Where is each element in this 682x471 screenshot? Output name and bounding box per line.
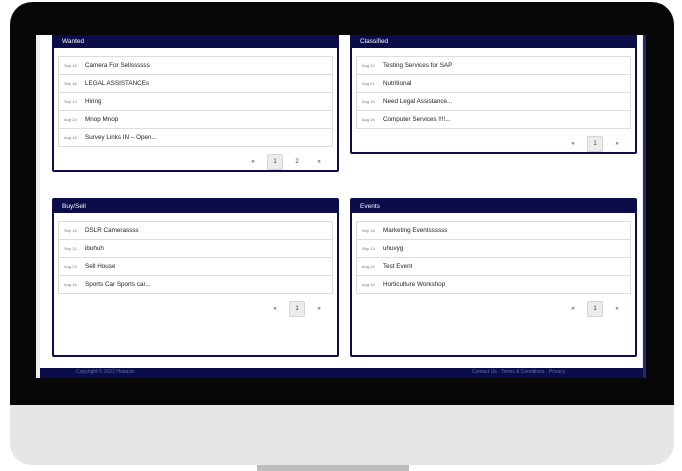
list-item[interactable]: Sep 12 ibuhuh bbox=[59, 240, 332, 258]
item-date: Aug 16 bbox=[64, 282, 77, 287]
list-item[interactable]: Sep 18 Camera For Sellssssss bbox=[59, 57, 332, 75]
item-title: Test Event bbox=[383, 263, 413, 270]
item-title: Need Legal Assistance... bbox=[383, 98, 453, 105]
list-item[interactable]: Aug 21 Nutritional bbox=[357, 75, 630, 93]
panel-title: Classified bbox=[352, 35, 635, 48]
list-item[interactable]: Sep 13 Hiring bbox=[59, 93, 332, 111]
item-date: Sep 18 bbox=[64, 63, 77, 68]
footer-links[interactable]: Contact Us · Terms & Conditions · Privac… bbox=[472, 369, 565, 375]
item-title: Camera For Sellssssss bbox=[85, 62, 150, 69]
item-title: uhuvyg bbox=[383, 245, 404, 252]
item-title: Testing Services for SAP bbox=[383, 62, 453, 69]
screen: Wanted Sep 18 Camera For Sellssssss Sep 1… bbox=[36, 35, 646, 378]
pagination: « 1 » bbox=[58, 294, 333, 317]
item-title: ibuhuh bbox=[85, 245, 104, 252]
panel-buysell: Buy/Sell Sep 18 DSLR Camerassss Sep 12 ibu… bbox=[52, 198, 339, 357]
pagination-next-button[interactable]: » bbox=[311, 301, 327, 317]
item-date: Sep 18 bbox=[64, 228, 77, 233]
pagination-page-button[interactable]: 1 bbox=[587, 301, 603, 317]
item-date: Aug 23 bbox=[64, 264, 77, 269]
list-item[interactable]: Aug 16 Horticulture Workshop bbox=[357, 276, 630, 294]
pagination-page-button[interactable]: 1 bbox=[289, 301, 305, 317]
list-item[interactable]: Aug 16 Computer Services !!!!... bbox=[357, 111, 630, 129]
item-date: Aug 22 bbox=[362, 264, 375, 269]
item-title: Horticulture Workshop bbox=[383, 281, 446, 288]
pagination: « 1 » bbox=[356, 129, 631, 152]
list-item[interactable]: Sep 18 Marketing Eventssssss bbox=[357, 222, 630, 240]
item-title: Nutritional bbox=[383, 80, 412, 87]
item-date: Aug 16 bbox=[362, 117, 375, 122]
pagination-prev-button[interactable]: « bbox=[245, 154, 261, 170]
list-item[interactable]: Aug 16 Need Legal Assistance... bbox=[357, 93, 630, 111]
panel-events: Events Sep 18 Marketing Eventssssss Sep 1… bbox=[350, 198, 637, 357]
pagination: « 1 2 » bbox=[58, 147, 333, 170]
listing-list: Sep 18 Marketing Eventssssss Sep 13 uhuvyg… bbox=[356, 221, 631, 294]
pagination-page-button[interactable]: 1 bbox=[267, 154, 283, 170]
pagination-next-button[interactable]: » bbox=[609, 301, 625, 317]
pagination-next-button[interactable]: » bbox=[609, 136, 625, 152]
pagination-page-button[interactable]: 1 bbox=[587, 136, 603, 152]
pagination-prev-button[interactable]: « bbox=[267, 301, 283, 317]
item-title: LEGAL ASSISTANCEs bbox=[85, 80, 150, 87]
list-item[interactable]: Aug 16 Sports Car Sports car... bbox=[59, 276, 332, 294]
listing-list: Sep 18 DSLR Camerassss Sep 12 ibuhuh Aug 2… bbox=[58, 221, 333, 294]
item-date: Aug 22 bbox=[362, 63, 375, 68]
pagination-page-button[interactable]: 2 bbox=[289, 154, 305, 170]
monitor-stand bbox=[257, 465, 409, 471]
panel-wanted: Wanted Sep 18 Camera For Sellssssss Sep 1… bbox=[52, 35, 339, 172]
item-date: Aug 16 bbox=[362, 99, 375, 104]
item-date: Sep 13 bbox=[64, 99, 77, 104]
item-date: Sep 18 bbox=[64, 81, 77, 86]
list-item[interactable]: Sep 13 uhuvyg bbox=[357, 240, 630, 258]
item-date: Aug 18 bbox=[64, 135, 77, 140]
item-title: Marketing Eventssssss bbox=[383, 227, 448, 234]
item-title: Hiring bbox=[85, 98, 102, 105]
monitor-chin bbox=[10, 405, 674, 465]
pagination-next-button[interactable]: » bbox=[311, 154, 327, 170]
panel-classified: Classified Aug 22 Testing Services for SA… bbox=[350, 35, 637, 154]
item-title: Survey Links IN – Open... bbox=[85, 134, 157, 141]
footer-copyright: Copyright © 2022 Haaasis bbox=[76, 369, 135, 375]
panel-title: Buy/Sell bbox=[54, 200, 337, 213]
pagination: « 1 » bbox=[356, 294, 631, 317]
item-date: Aug 21 bbox=[362, 81, 375, 86]
list-item[interactable]: Aug 22 Testing Services for SAP bbox=[357, 57, 630, 75]
item-title: Sports Car Sports car... bbox=[85, 281, 151, 288]
item-date: Aug 24 bbox=[64, 117, 77, 122]
panel-title: Wanted bbox=[54, 35, 337, 48]
item-title: DSLR Camerassss bbox=[85, 227, 139, 234]
item-title: Mnop Mnop bbox=[85, 116, 119, 123]
list-item[interactable]: Aug 18 Survey Links IN – Open... bbox=[59, 129, 332, 147]
panel-title: Events bbox=[352, 200, 635, 213]
listing-list: Aug 22 Testing Services for SAP Aug 21 Nut… bbox=[356, 56, 631, 129]
list-item[interactable]: Aug 22 Test Event bbox=[357, 258, 630, 276]
item-date: Sep 18 bbox=[362, 228, 375, 233]
screen-edge bbox=[643, 35, 646, 378]
pagination-prev-button[interactable]: « bbox=[565, 301, 581, 317]
pagination-prev-button[interactable]: « bbox=[565, 136, 581, 152]
item-title: Sell House bbox=[85, 263, 116, 270]
item-date: Sep 13 bbox=[362, 246, 375, 251]
list-item[interactable]: Sep 18 DSLR Camerassss bbox=[59, 222, 332, 240]
monitor-bezel: Wanted Sep 18 Camera For Sellssssss Sep 1… bbox=[10, 2, 674, 405]
site-footer: Copyright © 2022 Haaasis Contact Us · Te… bbox=[40, 368, 646, 378]
list-item[interactable]: Sep 18 LEGAL ASSISTANCEs bbox=[59, 75, 332, 93]
list-item[interactable]: Aug 23 Sell House bbox=[59, 258, 332, 276]
item-title: Computer Services !!!!... bbox=[383, 116, 451, 123]
list-item[interactable]: Aug 24 Mnop Mnop bbox=[59, 111, 332, 129]
monitor-frame: Wanted Sep 18 Camera For Sellssssss Sep 1… bbox=[10, 2, 674, 465]
listing-list: Sep 18 Camera For Sellssssss Sep 18 LEGAL … bbox=[58, 56, 333, 147]
item-date: Aug 16 bbox=[362, 282, 375, 287]
page-content: Wanted Sep 18 Camera For Sellssssss Sep 1… bbox=[40, 35, 646, 378]
item-date: Sep 12 bbox=[64, 246, 77, 251]
